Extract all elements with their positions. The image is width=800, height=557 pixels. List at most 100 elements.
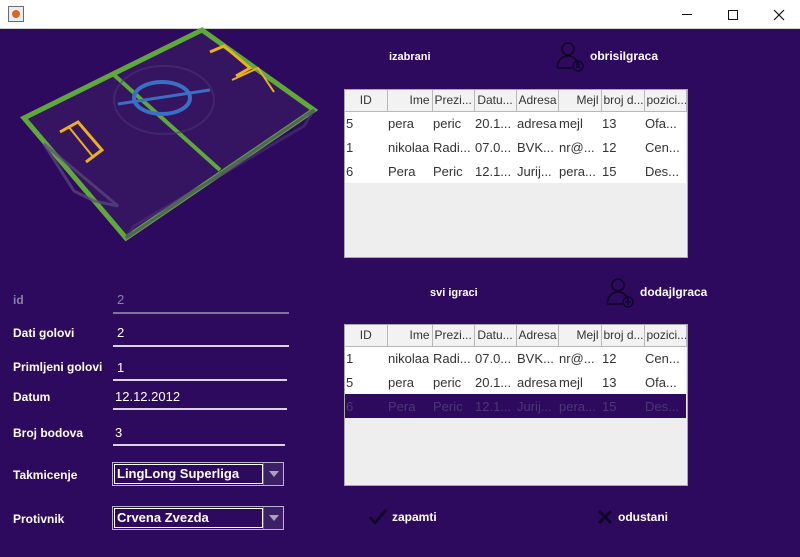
cell: pera... (558, 394, 601, 418)
protivnik-dropdown-button[interactable] (263, 507, 283, 529)
cell: pera... (558, 159, 601, 183)
cell: 12.1... (474, 394, 516, 418)
cell: 12 (601, 346, 644, 370)
cell: 20.1... (474, 111, 516, 135)
table-row[interactable]: 1 nikolaa Radi... 07.0... BVK... nr@... … (345, 346, 686, 370)
check-icon (369, 509, 387, 525)
column-header[interactable]: Prezi... (432, 90, 475, 112)
datum-label: Datum (13, 390, 51, 404)
id-field: 2 (117, 292, 125, 307)
column-header[interactable]: Mejl (558, 325, 602, 347)
x-icon (597, 509, 613, 525)
column-header[interactable]: broj d... (601, 90, 645, 112)
primljeni-golovi-field[interactable]: 1 (117, 360, 124, 375)
all-players-table[interactable]: ID Ime Prezi... Datu... Adresa Mejl broj… (344, 324, 688, 486)
datum-field[interactable]: 12.12.2012 (115, 389, 180, 404)
football-pitch-image (20, 27, 319, 242)
cell: Jurij... (516, 159, 558, 183)
column-header[interactable]: Datu... (474, 90, 517, 112)
column-header[interactable]: pozici... (644, 325, 687, 347)
cell: BVK... (516, 135, 558, 159)
cell: nr@... (558, 346, 601, 370)
cell: Des... (644, 394, 686, 418)
cell: Peric (432, 394, 474, 418)
dati-golovi-field[interactable]: 2 (117, 325, 124, 340)
maximize-button[interactable] (710, 0, 756, 29)
id-field-underline (113, 312, 289, 314)
column-header[interactable]: Adresa (516, 325, 559, 347)
column-header[interactable]: ID (345, 325, 388, 347)
cell: 07.0... (474, 346, 516, 370)
takmicenje-dropdown-button[interactable] (263, 463, 283, 485)
column-header[interactable]: Ime (387, 90, 433, 112)
takmicenje-select[interactable]: LingLong Superliga (112, 462, 284, 486)
datum-underline (113, 408, 287, 410)
remove-player-button[interactable]: obrisiIgraca (556, 40, 658, 72)
column-header[interactable]: Mejl (558, 90, 602, 112)
chevron-down-icon (268, 515, 279, 521)
table-row[interactable]: 5 pera peric 20.1... adresa mejl 13 Ofa.… (345, 370, 686, 394)
cell: pera (387, 111, 432, 135)
cell: nikolaa (387, 135, 432, 159)
izabrani-title: izabrani (389, 51, 431, 63)
column-header[interactable]: ID (345, 90, 388, 112)
cell: 6 (345, 159, 387, 183)
column-header[interactable]: Ime (387, 325, 433, 347)
cell: 07.0... (474, 135, 516, 159)
cell: nikolaa (387, 346, 432, 370)
cell: 12 (601, 135, 644, 159)
add-player-button[interactable]: dodajIgraca (606, 276, 707, 308)
add-player-label: dodajIgraca (640, 285, 708, 299)
broj-bodova-field[interactable]: 3 (115, 425, 122, 440)
cell: 6 (345, 394, 387, 418)
cell: Ofa... (644, 370, 686, 394)
cancel-button[interactable]: odustani (596, 508, 668, 526)
cell: mejl (558, 111, 601, 135)
cell: 15 (601, 159, 644, 183)
cell: 12.1... (474, 159, 516, 183)
column-header[interactable]: pozici... (644, 90, 687, 112)
cell: Peric (432, 159, 474, 183)
cell: 5 (345, 370, 387, 394)
cell: Radi... (432, 135, 474, 159)
cell: 13 (601, 370, 644, 394)
cell: Pera (387, 394, 432, 418)
primljeni-golovi-underline (113, 379, 287, 381)
cell: Pera (387, 159, 432, 183)
cell: Cen... (644, 135, 686, 159)
cell: Radi... (432, 346, 474, 370)
user-remove-icon (556, 42, 584, 72)
cell: adresa (516, 111, 558, 135)
table-row[interactable]: 1 nikolaa Radi... 07.0... BVK... nr@... … (345, 135, 686, 159)
takmicenje-label: Takmicenje (13, 468, 78, 482)
cell: adresa (516, 370, 558, 394)
cell: nr@... (558, 135, 601, 159)
id-label: id (13, 293, 24, 307)
minimize-button[interactable] (664, 0, 710, 29)
minimize-icon (682, 14, 692, 15)
cell: peric (432, 111, 474, 135)
svi-igraci-title: svi igraci (430, 287, 478, 299)
primljeni-golovi-label: Primljeni golovi (13, 360, 103, 374)
close-button[interactable] (756, 0, 800, 29)
column-header[interactable]: Adresa (516, 90, 559, 112)
cell: peric (432, 370, 474, 394)
save-button[interactable]: zapamti (368, 508, 437, 526)
maximize-icon (728, 9, 738, 20)
title-bar (0, 0, 800, 29)
protivnik-selected: Crvena Zvezda (114, 508, 263, 528)
cell: 5 (345, 111, 387, 135)
selected-players-table[interactable]: ID Ime Prezi... Datu... Adresa Mejl broj… (344, 89, 688, 258)
protivnik-select[interactable]: Crvena Zvezda (112, 506, 284, 530)
remove-player-label: obrisiIgraca (590, 49, 659, 63)
cell: Jurij... (516, 394, 558, 418)
table-row-selected[interactable]: 6 Pera Peric 12.1... Jurij... pera... 15… (345, 394, 686, 418)
column-header[interactable]: broj d... (601, 325, 645, 347)
column-header[interactable]: Prezi... (432, 325, 475, 347)
table-header: ID Ime Prezi... Datu... Adresa Mejl broj… (345, 90, 687, 112)
broj-bodova-underline (113, 444, 285, 446)
column-header[interactable]: Datu... (474, 325, 517, 347)
table-row[interactable]: 5 pera peric 20.1... adresa mejl 13 Ofa.… (345, 111, 686, 135)
java-cup-icon (8, 6, 24, 22)
table-row[interactable]: 6 Pera Peric 12.1... Jurij... pera... 15… (345, 159, 686, 183)
